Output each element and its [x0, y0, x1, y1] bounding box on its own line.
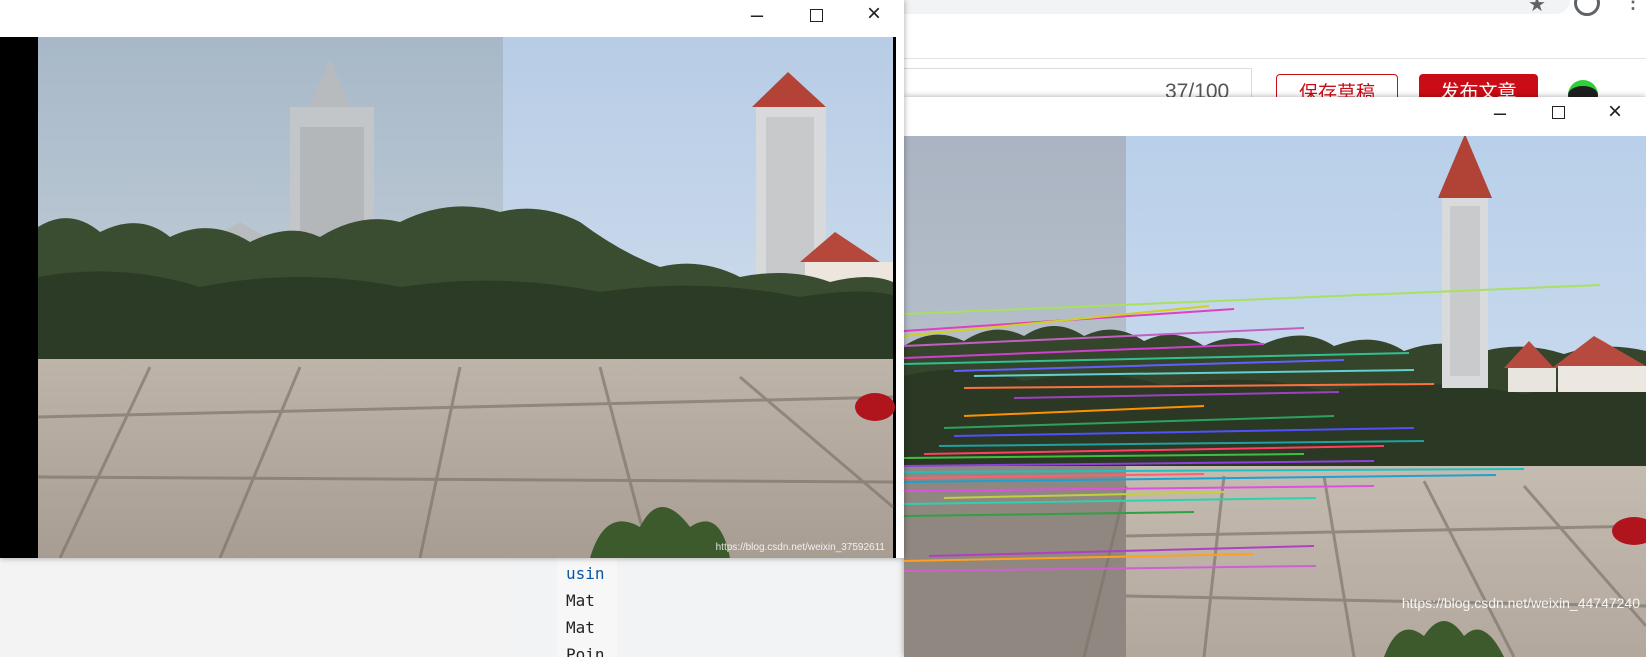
code-line: Mat — [566, 591, 595, 610]
maximize-icon[interactable] — [796, 9, 836, 27]
address-bar[interactable] — [880, 0, 1570, 14]
code-editor[interactable]: usin Mat Mat Poin — [557, 558, 617, 657]
window-titlebar[interactable]: – × — [0, 0, 904, 37]
close-icon[interactable]: × — [854, 0, 894, 28]
account-icon[interactable] — [1574, 0, 1600, 16]
watermark: https://blog.csdn.net/weixin_44747240 — [1402, 595, 1640, 611]
watermark: https://blog.csdn.net/weixin_37592611 — [716, 542, 886, 553]
more-menu-icon[interactable]: ⋮ — [1624, 0, 1642, 13]
code-line: Mat — [566, 618, 595, 637]
matches-image: https://blog.csdn.net/weixin_44747240 — [904, 136, 1646, 657]
panorama-image: https://blog.csdn.net/weixin_37592611 — [0, 37, 896, 558]
editor-left-pane — [0, 558, 505, 657]
code-line: usin — [566, 564, 605, 583]
close-icon[interactable]: × — [1595, 98, 1635, 126]
window-titlebar[interactable]: – × — [904, 97, 1646, 136]
star-icon[interactable]: ★ — [1528, 0, 1546, 17]
code-line: Poin — [566, 645, 605, 657]
minimize-icon[interactable]: – — [1480, 100, 1520, 126]
panorama-window: – × https://blog.csdn.net/weixin_3759261… — [0, 0, 904, 558]
minimize-icon[interactable]: – — [737, 2, 777, 28]
maximize-icon[interactable] — [1538, 106, 1578, 124]
feature-match-window: – × https://blog.csdn.net/weixin_4474724… — [904, 97, 1646, 657]
